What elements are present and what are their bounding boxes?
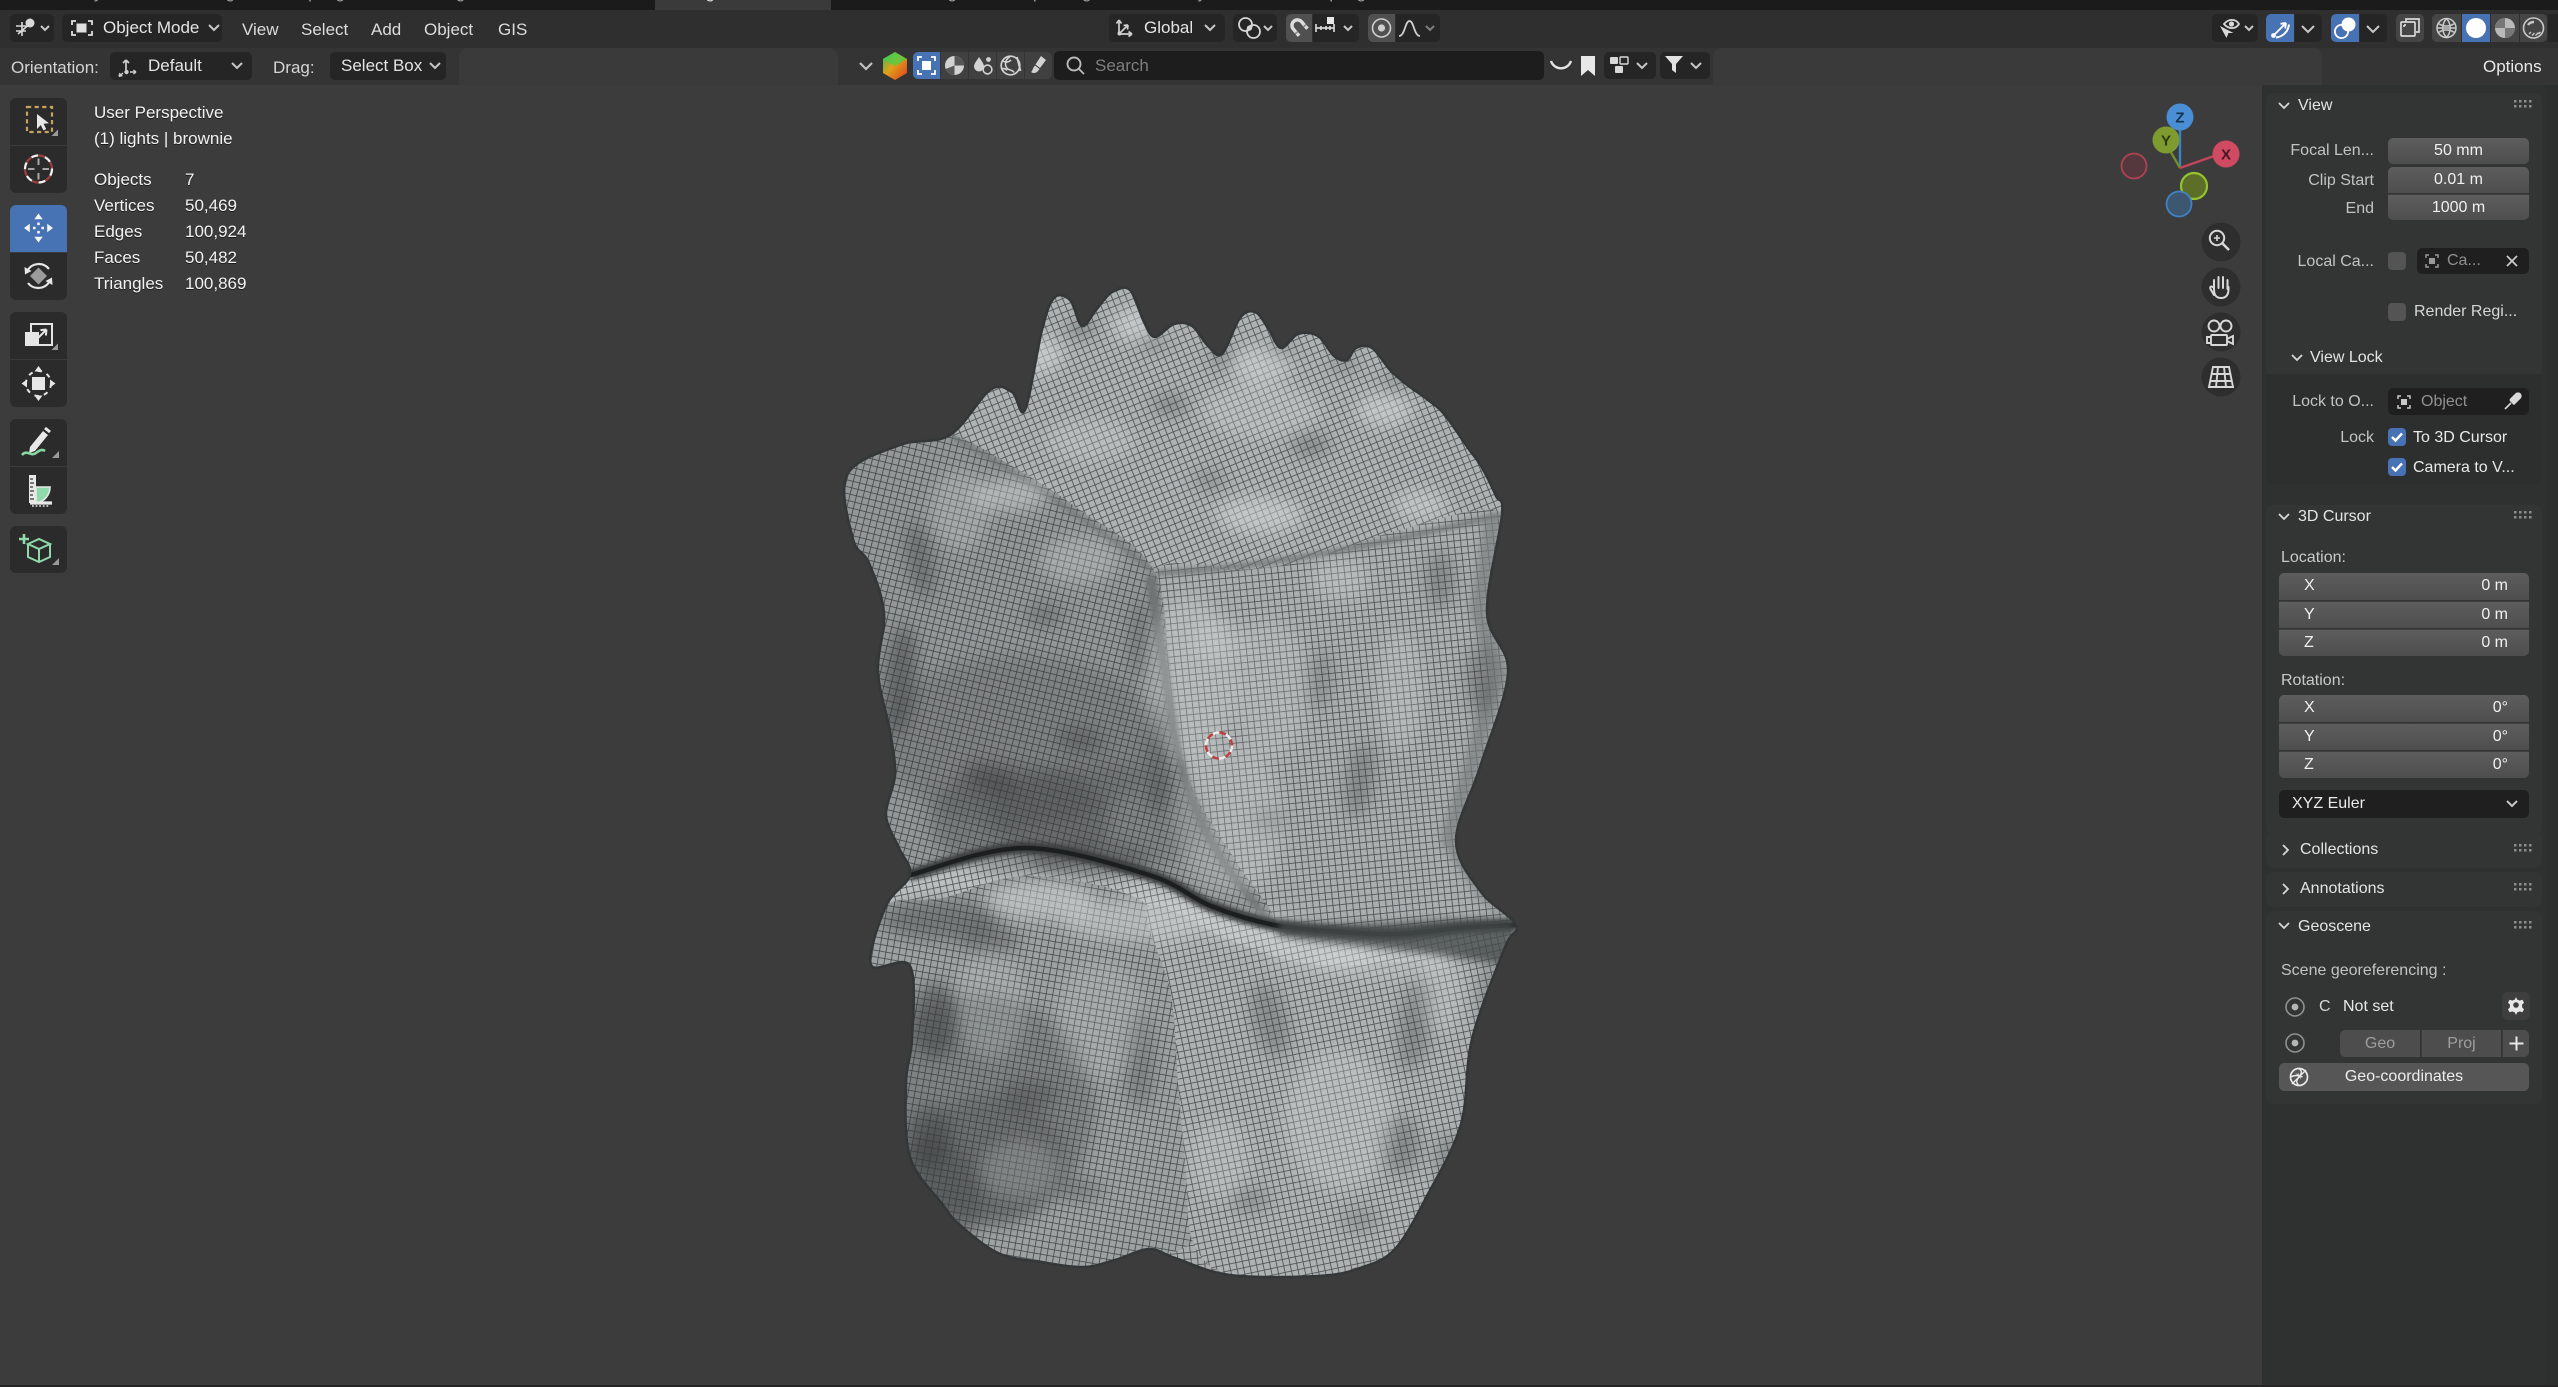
svg-text:Z: Z <box>2175 110 2184 127</box>
svg-text:X: X <box>2221 147 2231 164</box>
svg-text:Y: Y <box>2161 133 2171 150</box>
